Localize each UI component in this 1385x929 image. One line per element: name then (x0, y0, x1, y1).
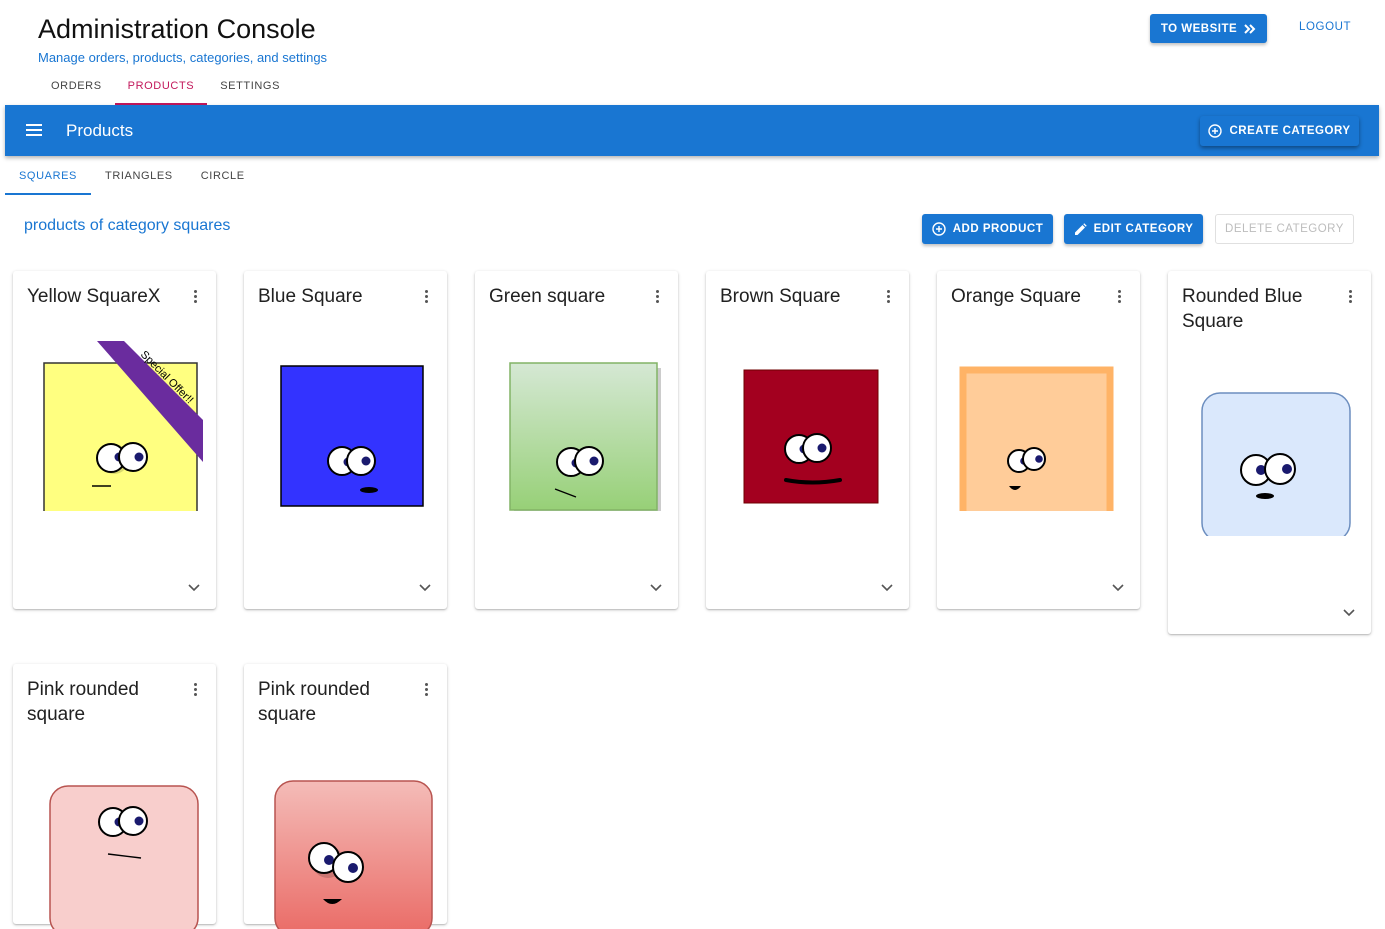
page-subtitle: Manage orders, products, categories, and… (38, 50, 328, 65)
delete-category-button[interactable]: DELETE CATEGORY (1215, 214, 1354, 244)
page-title: Administration Console (38, 14, 316, 44)
product-name: Orange Square (951, 286, 1081, 307)
double-chevron-right-icon (1244, 23, 1256, 34)
chevron-down-icon[interactable] (188, 584, 200, 592)
add-circle-icon (932, 222, 946, 236)
product-card: Orange Square (937, 271, 1140, 609)
chevron-down-icon[interactable] (650, 584, 662, 592)
product-card: Yellow SquareX Special Offer!! (13, 271, 216, 609)
more-vert-icon[interactable] (1349, 290, 1353, 304)
menu-icon[interactable] (26, 124, 42, 136)
chevron-down-icon[interactable] (419, 584, 431, 592)
product-image (509, 362, 661, 511)
products-toolbar: Products CREATE CATEGORY (5, 105, 1379, 156)
main-tabs: ORDERS PRODUCTS SETTINGS (38, 70, 293, 105)
tab-triangles[interactable]: TRIANGLES (91, 158, 187, 195)
more-vert-icon[interactable] (887, 290, 891, 304)
product-card: Green square (475, 271, 678, 609)
add-product-label: ADD PRODUCT (952, 223, 1044, 235)
product-name: Yellow SquareX (27, 286, 161, 307)
product-name: Pink rounded square (258, 679, 370, 725)
product-image (274, 780, 433, 929)
product-name: Blue Square (258, 286, 363, 307)
chevron-down-icon[interactable] (881, 584, 893, 592)
chevron-down-icon[interactable] (1343, 609, 1355, 617)
product-card: Pink rounded square (13, 664, 216, 929)
chevron-down-icon[interactable] (1112, 584, 1124, 592)
product-name: Pink rounded square (27, 679, 139, 725)
to-website-label: TO WEBSITE (1160, 22, 1238, 35)
edit-category-label: EDIT CATEGORY (1093, 223, 1194, 235)
category-heading: products of category squares (24, 217, 231, 234)
add-circle-icon (1208, 124, 1223, 138)
tab-squares[interactable]: SQUARES (5, 158, 91, 195)
product-card: Brown Square (706, 271, 909, 609)
product-name: Brown Square (720, 286, 841, 307)
category-tabs: SQUARES TRIANGLES CIRCLE (5, 158, 259, 195)
logout-button[interactable]: LOGOUT (1299, 21, 1351, 33)
add-product-button[interactable]: ADD PRODUCT (922, 214, 1053, 244)
edit-category-button[interactable]: EDIT CATEGORY (1064, 214, 1203, 244)
product-card: Pink rounded square (244, 664, 447, 929)
create-category-label: CREATE CATEGORY (1229, 125, 1351, 137)
tab-circle[interactable]: CIRCLE (187, 158, 259, 195)
product-image (959, 366, 1114, 511)
product-image (743, 369, 879, 504)
tab-orders[interactable]: ORDERS (38, 70, 115, 105)
tab-settings[interactable]: SETTINGS (207, 70, 293, 105)
product-image (280, 365, 424, 507)
more-vert-icon[interactable] (1118, 290, 1122, 304)
pencil-icon (1074, 222, 1087, 235)
more-vert-icon[interactable] (656, 290, 660, 304)
to-website-button[interactable]: TO WEBSITE (1150, 14, 1267, 43)
create-category-button[interactable]: CREATE CATEGORY (1200, 116, 1359, 146)
product-image: Special Offer!! (43, 341, 203, 511)
more-vert-icon[interactable] (194, 290, 198, 304)
more-vert-icon[interactable] (425, 683, 429, 697)
product-name: Green square (489, 286, 606, 307)
tab-products[interactable]: PRODUCTS (114, 70, 208, 105)
product-name: Rounded Blue Square (1182, 286, 1303, 332)
product-image (49, 785, 199, 929)
toolbar-title: Products (66, 121, 134, 140)
more-vert-icon[interactable] (194, 683, 198, 697)
product-image (1201, 392, 1351, 536)
product-card: Blue Square (244, 271, 447, 609)
product-card: Rounded Blue Square (1168, 271, 1371, 634)
more-vert-icon[interactable] (425, 290, 429, 304)
